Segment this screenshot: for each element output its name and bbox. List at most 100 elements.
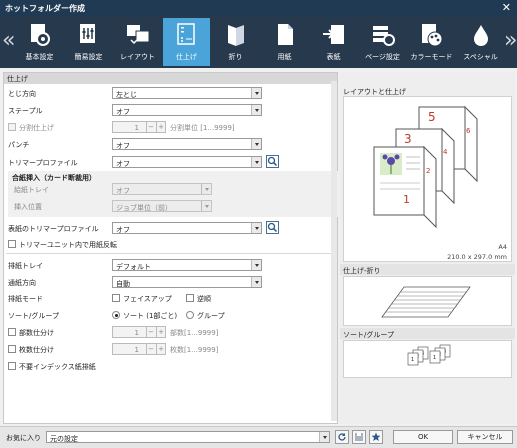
finishing-icon	[176, 23, 195, 45]
finishing-panel: 仕上げ とじ方向 左とじ ステープル オフ 分割仕上げ 1 − + 分割単位 […	[3, 72, 340, 424]
tab-fold[interactable]: 折り	[212, 18, 259, 66]
no-index-checkbox[interactable]	[8, 362, 16, 370]
split-unit: 分割単位 [1...9999]	[170, 124, 235, 132]
output-tray-select[interactable]: デフォルト	[112, 259, 262, 271]
plus-button[interactable]: +	[156, 344, 165, 354]
sort-radio[interactable]	[112, 311, 120, 319]
ribbon-prev-icon[interactable]: «	[2, 28, 15, 53]
feed-direction-select[interactable]: 自動	[112, 276, 262, 288]
tab-cover[interactable]: 表紙	[310, 18, 357, 66]
plus-button[interactable]: +	[156, 327, 165, 337]
section-header: 仕上げ	[4, 73, 337, 84]
chevron-down-icon	[251, 157, 261, 167]
easy-settings-icon	[79, 24, 95, 43]
copies-unit: 部数[1...9999]	[170, 329, 219, 337]
page-settings-icon	[372, 26, 395, 46]
no-index-label: 不要インデックス紙排紙	[19, 363, 96, 371]
tab-label: 折り	[228, 53, 243, 61]
sort-group-label: ソート/グループ	[8, 312, 59, 320]
sheets-sort-checkbox[interactable]	[8, 345, 16, 353]
copies-stepper[interactable]: 1 − +	[112, 326, 166, 338]
favorites-select[interactable]: 元の設定	[46, 431, 330, 443]
plus-button[interactable]: +	[156, 122, 165, 132]
fold-illustration	[381, 286, 471, 318]
tab-label: 仕上げ	[176, 53, 197, 61]
sheets-stepper[interactable]: 1 − +	[112, 343, 166, 355]
flip-checkbox[interactable]	[8, 240, 16, 248]
sheets-sort-label: 枚数仕分け	[19, 346, 54, 354]
chevron-down-icon	[319, 432, 329, 442]
scrollbar[interactable]	[331, 81, 337, 421]
preview-panel: レイアウトと仕上げ 5 6 3 4 2 1 A4 210.0 x 297.0 m…	[340, 72, 515, 424]
split-value: 1	[134, 124, 139, 132]
insert-position-value: ジョブ単位（前）	[116, 204, 172, 212]
insert-tray-select[interactable]: オフ	[112, 183, 212, 195]
punch-select[interactable]: オフ	[112, 138, 262, 150]
insert-tray-label: 給紙トレイ	[14, 186, 49, 194]
magnifier-icon	[267, 156, 278, 167]
copies-sort-label: 部数仕分け	[19, 329, 54, 337]
binding-value: 左とじ	[116, 91, 137, 99]
trim-value: オフ	[116, 160, 130, 168]
color-mode-icon	[421, 24, 442, 47]
tab-finishing[interactable]: 仕上げ	[163, 18, 210, 66]
minus-button[interactable]: −	[146, 327, 155, 337]
cover-trim-search-button[interactable]	[266, 221, 279, 234]
tab-basic-settings[interactable]: 基本設定	[16, 18, 63, 66]
trim-select[interactable]: オフ	[112, 156, 262, 168]
magnifier-icon	[267, 222, 278, 233]
layout-icon	[126, 25, 149, 45]
tab-easy-settings[interactable]: 簡易設定	[65, 18, 112, 66]
cover-trim-select[interactable]: オフ	[112, 222, 262, 234]
tab-paper[interactable]: 用紙	[261, 18, 308, 66]
sheets-unit: 枚数[1...9999]	[170, 346, 219, 354]
punch-value: オフ	[116, 142, 130, 150]
fold-icon	[227, 25, 244, 46]
binding-select[interactable]: 左とじ	[112, 87, 262, 99]
tab-page-settings[interactable]: ページ設定	[359, 18, 406, 66]
cancel-button[interactable]: キャンセル	[457, 430, 513, 444]
chevron-down-icon	[251, 88, 261, 98]
staple-select[interactable]: オフ	[112, 104, 262, 116]
favorite-add-button[interactable]	[369, 430, 383, 444]
binding-label: とじ方向	[8, 90, 36, 98]
tab-label: スペシャル	[463, 53, 498, 61]
feed-direction-value: 自動	[116, 280, 130, 288]
save-button[interactable]	[352, 430, 366, 444]
sort-number: 1	[411, 357, 414, 363]
output-tray-label: 排紙トレイ	[8, 262, 43, 270]
page-number: 2	[426, 167, 430, 175]
fold-preview-title: 仕上げ-折り	[340, 264, 515, 275]
sort-preview-title: ソート/グループ	[340, 328, 515, 339]
tab-color-mode[interactable]: カラーモード	[408, 18, 455, 66]
sort-number: 1	[433, 355, 436, 361]
chevron-down-icon	[251, 260, 261, 270]
face-up-checkbox[interactable]	[112, 294, 120, 302]
ribbon-next-icon[interactable]: »	[504, 28, 517, 53]
basic-settings-icon	[30, 24, 50, 46]
reverse-order-checkbox[interactable]	[186, 294, 194, 302]
close-icon[interactable]: ✕	[502, 1, 511, 14]
group-radio[interactable]	[186, 311, 194, 319]
ok-button[interactable]: OK	[393, 430, 453, 444]
paper-dimensions: 210.0 x 297.0 mm	[447, 253, 507, 261]
refresh-button[interactable]	[335, 430, 349, 444]
split-stepper[interactable]: 1 − +	[112, 121, 166, 133]
tab-layout[interactable]: レイアウト	[114, 18, 161, 66]
feed-direction-label: 通紙方向	[8, 279, 36, 287]
tab-label: カラーモード	[410, 53, 453, 61]
minus-button[interactable]: −	[146, 122, 155, 132]
sheets-value: 1	[134, 346, 139, 354]
chevron-down-icon	[251, 277, 261, 287]
split-checkbox[interactable]	[8, 123, 16, 131]
cover-trim-value: オフ	[116, 226, 130, 234]
tab-special[interactable]: スペシャル	[457, 18, 504, 66]
insert-position-select[interactable]: ジョブ単位（前）	[112, 200, 212, 212]
favorites-label: お気に入り	[6, 434, 41, 442]
copies-sort-checkbox[interactable]	[8, 328, 16, 336]
trim-search-button[interactable]	[266, 155, 279, 168]
cover-trim-label: 表紙のトリマープロファイル	[8, 225, 99, 233]
fold-preview	[343, 276, 512, 326]
minus-button[interactable]: −	[146, 344, 155, 354]
footer-bar: お気に入り 元の設定 OK キャンセル	[0, 426, 517, 448]
